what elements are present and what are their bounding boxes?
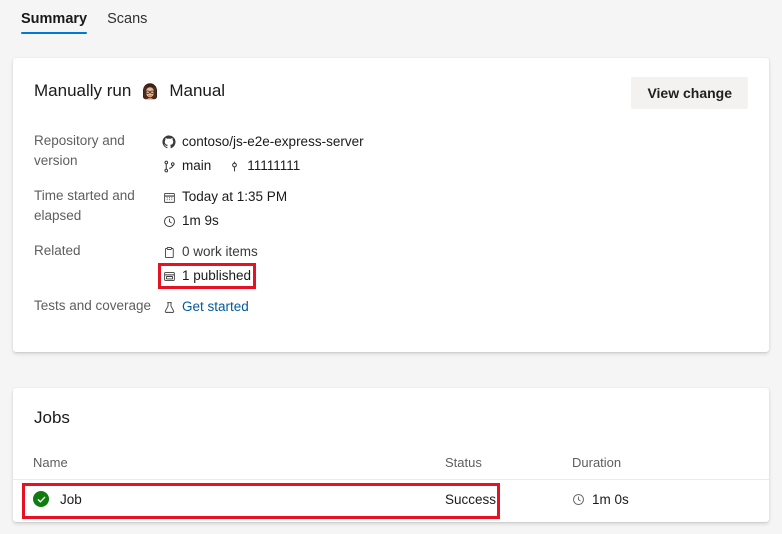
view-change-button[interactable]: View change (631, 77, 748, 109)
user-avatar (139, 80, 162, 102)
run-summary-card: Manually run Manual View change Reposito… (13, 58, 769, 352)
job-name-cell: Job (33, 491, 445, 507)
calendar-icon (162, 190, 176, 204)
clipboard-icon (162, 245, 176, 259)
branch-and-commit-line: main 11111111 (162, 154, 534, 178)
detail-values-tests: Get started (162, 295, 534, 319)
repository-name: contoso/js-e2e-express-server (182, 134, 364, 149)
beaker-icon (162, 300, 176, 314)
tab-scans-label: Scans (107, 11, 148, 27)
branch-icon (162, 159, 176, 173)
detail-row-repository: Repository and version contoso/js-e2e-ex… (34, 130, 534, 178)
jobs-card: Jobs Name Status Duration Job Success 1m… (13, 388, 769, 522)
tab-scans[interactable]: Scans (97, 0, 157, 37)
table-row[interactable]: Job Success 1m 0s (13, 480, 769, 518)
elapsed-line: 1m 9s (162, 209, 534, 233)
job-duration-value: 1m 0s (592, 491, 629, 507)
tab-bar: Summary Scans (0, 0, 782, 46)
job-status-value: Success (445, 491, 497, 507)
jobs-table-header: Name Status Duration (13, 446, 769, 480)
published-artifacts-line[interactable]: 1 published (157, 263, 257, 289)
tab-summary-label: Summary (21, 11, 88, 27)
detail-row-time: Time started and elapsed Today at 1:35 P… (34, 185, 534, 233)
detail-row-tests: Tests and coverage Get started (34, 295, 534, 319)
detail-row-related: Related 0 work items 1 published (34, 240, 534, 289)
repository-line[interactable]: contoso/js-e2e-express-server (162, 130, 534, 154)
column-header-status: Status (445, 455, 482, 470)
job-name-value: Job (60, 491, 82, 507)
published-highlight-box: 1 published (157, 263, 257, 289)
detail-values-repository: contoso/js-e2e-express-server main 11111… (162, 130, 534, 178)
artifact-icon (162, 269, 176, 283)
job-duration-cell: 1m 0s (572, 492, 769, 507)
time-started-line: Today at 1:35 PM (162, 185, 534, 209)
published-artifacts-value: 1 published (182, 268, 252, 283)
detail-label-related: Related (34, 243, 81, 258)
column-header-duration: Duration (572, 455, 622, 470)
detail-values-time: Today at 1:35 PM 1m 9s (162, 185, 534, 233)
run-header: Manually run Manual (34, 80, 225, 102)
work-items-value: 0 work items (182, 244, 258, 259)
time-started-value: Today at 1:35 PM (182, 189, 288, 204)
github-icon (162, 135, 176, 149)
tab-active-underline (21, 32, 88, 34)
elapsed-value: 1m 9s (182, 213, 219, 228)
commit-icon (227, 159, 241, 173)
success-check-icon (33, 491, 49, 507)
tests-get-started-line[interactable]: Get started (162, 295, 534, 319)
detail-label-tests: Tests and coverage (34, 298, 152, 313)
run-title: Manually run (34, 81, 132, 100)
detail-values-related: 0 work items 1 published (157, 240, 534, 289)
tab-summary[interactable]: Summary (11, 0, 97, 37)
run-trigger-label: Manual (169, 81, 226, 100)
tests-get-started-link[interactable]: Get started (182, 297, 249, 317)
jobs-table: Name Status Duration Job Success 1m 0s (13, 446, 769, 518)
clock-icon (162, 214, 176, 228)
jobs-title: Jobs (34, 408, 70, 427)
detail-label-repository: Repository and version (34, 133, 125, 168)
detail-label-time: Time started and elapsed (34, 188, 135, 223)
clock-icon (572, 493, 585, 506)
column-header-name: Name (33, 455, 68, 470)
commit-sha: 11111111 (247, 158, 301, 173)
work-items-line[interactable]: 0 work items (162, 240, 534, 264)
branch-name: main (182, 158, 212, 173)
run-details-list: Repository and version contoso/js-e2e-ex… (34, 130, 534, 326)
